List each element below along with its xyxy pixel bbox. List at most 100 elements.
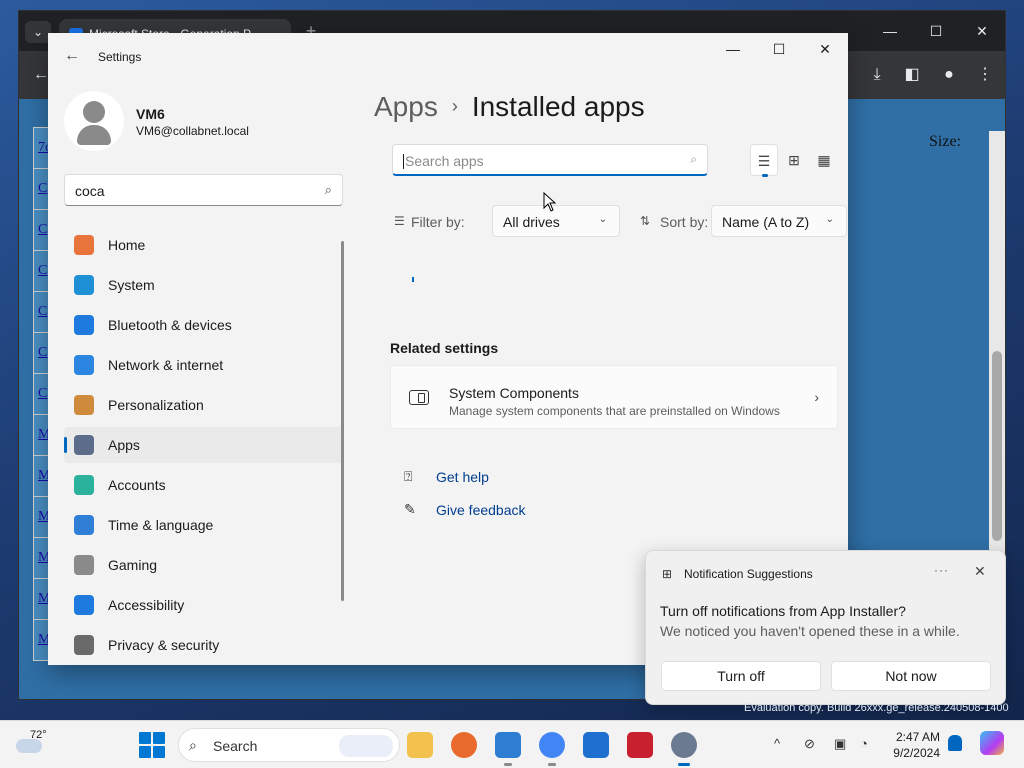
cloud-icon xyxy=(16,739,42,753)
settings-gear-icon[interactable] xyxy=(671,732,697,766)
side-panel-icon[interactable]: ◧ xyxy=(900,63,924,87)
sidebar-item-home[interactable]: Home xyxy=(64,227,344,263)
nav-scrollbar[interactable] xyxy=(341,241,344,601)
web-scrollbar-thumb[interactable] xyxy=(992,351,1002,541)
sidebar-item-apps[interactable]: Apps xyxy=(64,427,344,463)
notification-title: Turn off notifications from App Installe… xyxy=(660,603,906,619)
weather-widget[interactable]: 72° xyxy=(14,729,54,763)
clock-time: 2:47 AM xyxy=(895,730,940,744)
get-help-label: Get help xyxy=(436,469,489,485)
view-switcher: ☰ ⊞ ▦ xyxy=(750,144,842,178)
sidebar-item-personalization[interactable]: Personalization xyxy=(64,387,344,423)
gamepad-icon xyxy=(74,555,94,575)
sidebar-item-label: Gaming xyxy=(108,557,158,573)
filter-label: Filter by: xyxy=(411,214,465,230)
sidebar-item-bluetooth-devices[interactable]: Bluetooth & devices xyxy=(64,307,344,343)
list-view-icon[interactable]: ☰ xyxy=(750,144,778,177)
profile-icon[interactable]: ● xyxy=(937,63,961,87)
file-explorer-icon[interactable] xyxy=(407,732,433,758)
taskbar-search[interactable]: ⌕ Search xyxy=(178,728,400,762)
bluetooth-icon xyxy=(74,315,94,335)
sidebar-item-label: Apps xyxy=(108,437,140,453)
back-arrow-icon[interactable]: ← xyxy=(62,46,82,66)
search-icon: ⌕ xyxy=(324,182,332,197)
settings-nav: Home System Bluetooth & devices Network & i… xyxy=(64,227,344,667)
sidebar-item-label: Personalization xyxy=(108,397,204,413)
terminal-app-icon[interactable] xyxy=(627,732,653,758)
text-caret xyxy=(403,154,404,169)
sidebar-item-label: Time & language xyxy=(108,517,214,533)
sort-label: Sort by: xyxy=(660,214,709,230)
shield-icon xyxy=(74,635,94,655)
sidebar-item-label: Home xyxy=(108,237,146,253)
store-icon[interactable] xyxy=(583,732,609,758)
notification-app-icon: ⊞ xyxy=(662,567,673,581)
more-options-icon[interactable]: ··· xyxy=(934,563,949,577)
settings-titlebar: ← Settings — ☐ ✕ xyxy=(48,33,848,81)
grid-view-icon[interactable]: ⊞ xyxy=(780,144,808,176)
evaluation-watermark: Evaluation copy. Build 26xxx.ge_release.… xyxy=(744,702,1009,714)
firefox-icon[interactable] xyxy=(451,732,477,758)
breadcrumb-apps[interactable]: Apps xyxy=(374,91,438,122)
download-icon[interactable]: ⤓ xyxy=(865,63,889,87)
mouse-cursor-icon xyxy=(543,192,557,212)
feedback-icon: ✎ xyxy=(404,501,416,517)
copilot-icon[interactable] xyxy=(980,731,1004,755)
settings-search-value: coca xyxy=(75,183,105,199)
browser-close-icon[interactable]: ✕ xyxy=(959,11,1005,51)
breadcrumb-chevron-icon: › xyxy=(451,96,458,116)
system-clock[interactable]: 2:47 AM 9/2/2024 xyxy=(880,729,940,761)
sort-dropdown[interactable]: Name (A to Z) ⌄ xyxy=(711,205,847,237)
give-feedback-label: Give feedback xyxy=(436,502,526,518)
notification-toast: ⊞ Notification Suggestions ··· ✕ Turn of… xyxy=(645,550,1006,705)
toast-close-icon[interactable]: ✕ xyxy=(974,563,986,580)
sidebar-item-privacy-security[interactable]: Privacy & security xyxy=(64,627,344,663)
show-hidden-icons-icon[interactable]: ^ xyxy=(774,736,780,751)
related-settings-heading: Related settings xyxy=(390,340,499,356)
notification-app-name: Notification Suggestions xyxy=(684,567,813,581)
remote-icon[interactable]: ▣ xyxy=(834,736,846,752)
network-off-icon[interactable]: ⊘ xyxy=(804,736,815,752)
chevron-right-icon: › xyxy=(814,389,819,405)
card-title: System Components xyxy=(449,385,579,401)
sidebar-item-gaming[interactable]: Gaming xyxy=(64,547,344,583)
start-button[interactable] xyxy=(139,732,165,758)
browser-minimize-icon[interactable]: — xyxy=(867,11,913,51)
search-apps-placeholder: Search apps xyxy=(405,153,484,169)
sidebar-item-system[interactable]: System xyxy=(64,267,344,303)
search-highlight-icon xyxy=(339,735,393,757)
system-components-icon xyxy=(409,390,429,405)
sidebar-item-label: Accounts xyxy=(108,477,166,493)
accessibility-icon xyxy=(74,595,94,615)
remote-desktop-icon[interactable] xyxy=(495,732,521,766)
browser-maximize-icon[interactable]: ☐ xyxy=(913,11,959,51)
sort-value: Name (A to Z) xyxy=(722,214,810,230)
minimize-icon[interactable]: — xyxy=(710,33,756,65)
sidebar-item-label: System xyxy=(108,277,155,293)
turn-off-button[interactable]: Turn off xyxy=(661,661,821,691)
tile-view-icon[interactable]: ▦ xyxy=(810,144,838,176)
chrome-icon[interactable] xyxy=(539,732,565,766)
system-components-card[interactable]: System Components Manage system componen… xyxy=(390,365,838,429)
not-now-button[interactable]: Not now xyxy=(831,661,991,691)
maximize-icon[interactable]: ☐ xyxy=(756,33,802,65)
volume-icon[interactable]: ◔ xyxy=(860,736,868,751)
close-icon[interactable]: ✕ xyxy=(802,33,848,65)
settings-search-input[interactable]: coca ⌕ xyxy=(64,174,343,206)
apps-icon xyxy=(74,435,94,455)
sidebar-item-time-language[interactable]: Time & language xyxy=(64,507,344,543)
user-profile[interactable]: VM6 VM6@collabnet.local xyxy=(64,91,344,155)
browser-menu-icon[interactable]: ⋮ xyxy=(973,63,997,87)
sidebar-item-accessibility[interactable]: Accessibility xyxy=(64,587,344,623)
sidebar-item-accounts[interactable]: Accounts xyxy=(64,467,344,503)
sidebar-item-network-internet[interactable]: Network & internet xyxy=(64,347,344,383)
notification-bell-icon[interactable] xyxy=(948,735,962,751)
clock-date: 9/2/2024 xyxy=(893,746,940,760)
search-apps-input[interactable]: Search apps ⌕ xyxy=(392,144,708,176)
chevron-down-icon: ⌄ xyxy=(598,214,607,225)
sidebar-item-label: Network & internet xyxy=(108,357,224,373)
sidebar-item-label: Privacy & security xyxy=(108,637,220,653)
temperature: 72° xyxy=(30,729,47,741)
settings-title: Settings xyxy=(98,50,142,64)
user-email: VM6@collabnet.local xyxy=(136,124,249,138)
